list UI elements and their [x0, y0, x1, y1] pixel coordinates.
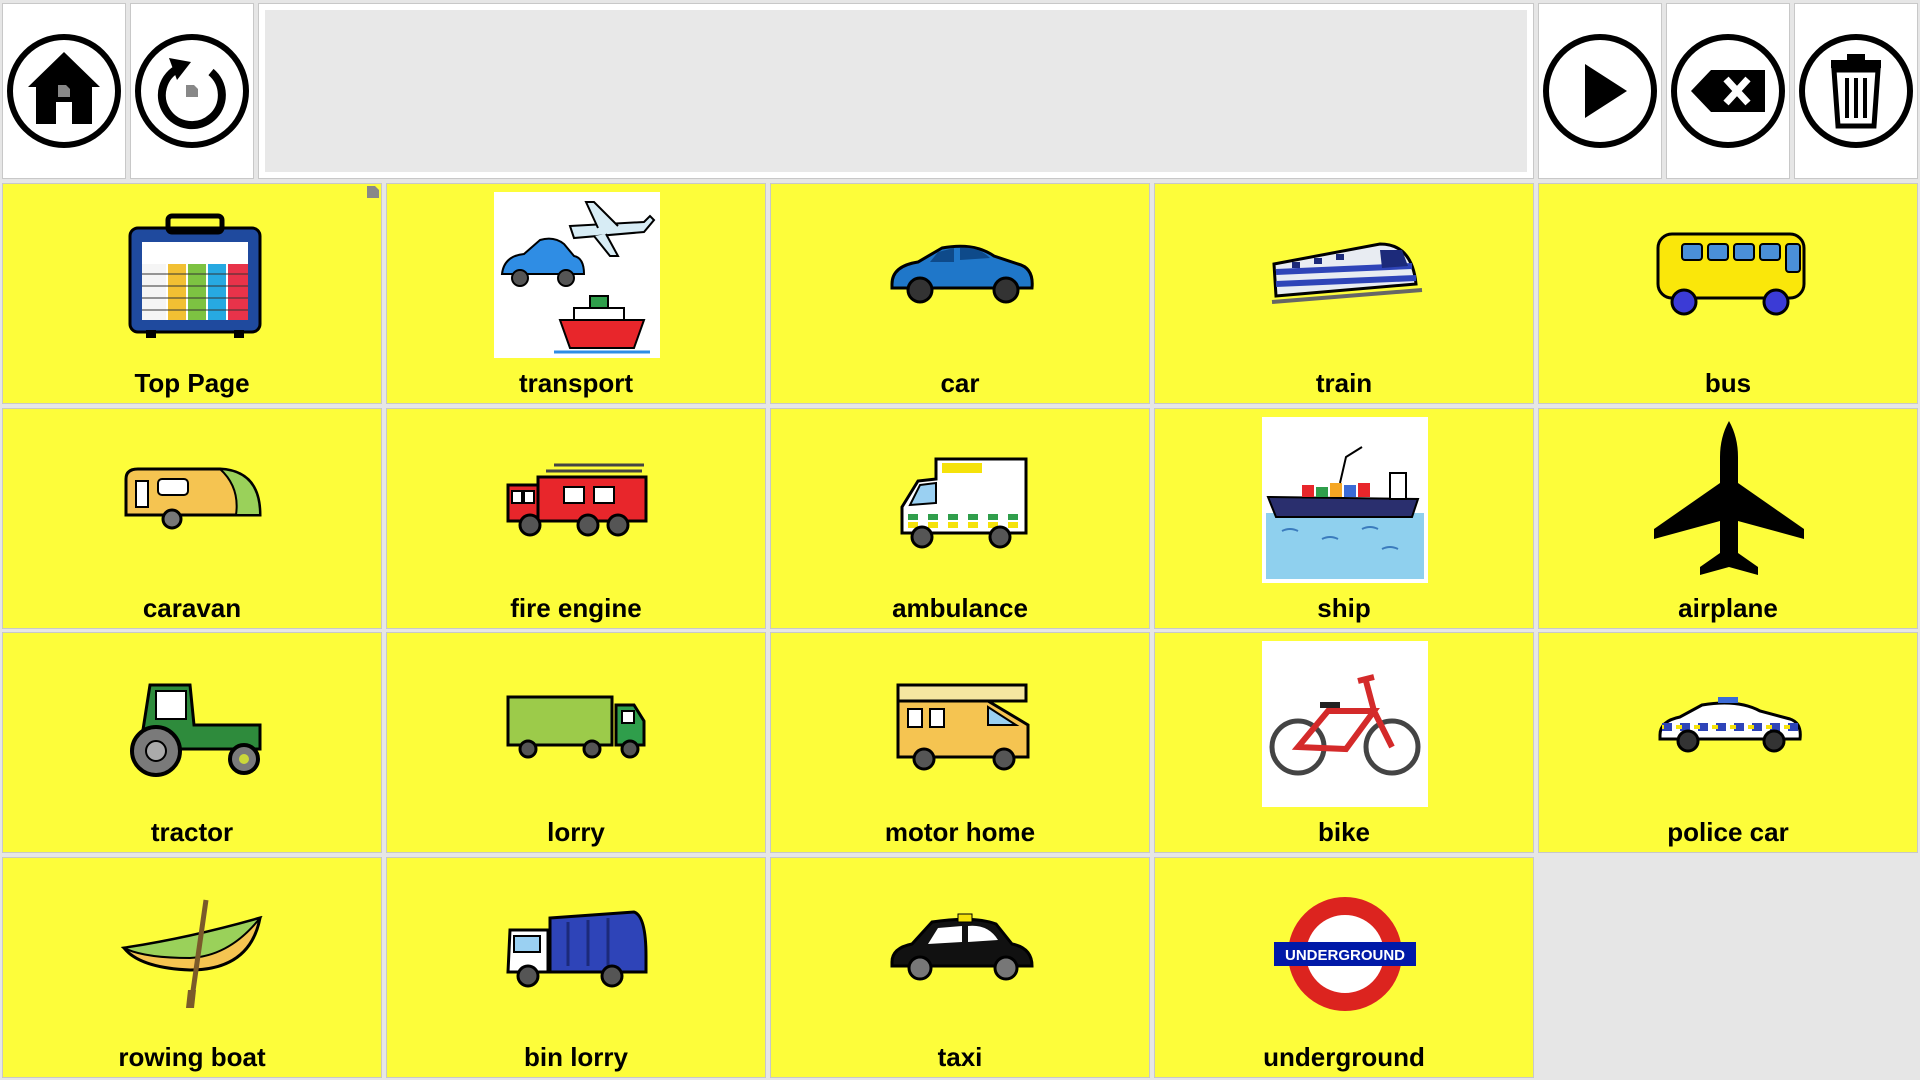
play-icon: [1543, 34, 1657, 148]
cell-label: rowing boat: [118, 1042, 266, 1072]
cell-label: bin lorry: [523, 1042, 628, 1072]
bin-lorry-icon: [494, 866, 660, 1032]
ship-icon: [1262, 417, 1428, 583]
tractor-icon: [110, 641, 276, 807]
cell-label: lorry: [547, 817, 605, 847]
airplane-icon: [1646, 417, 1812, 583]
train-icon: [1262, 192, 1428, 358]
home-button[interactable]: [2, 3, 126, 179]
caravan-icon: [110, 417, 276, 583]
board-icon: [110, 192, 276, 358]
lorry-icon: [494, 641, 660, 807]
cell-label: police car: [1667, 817, 1789, 847]
cell-label: caravan: [142, 593, 242, 623]
cell-label: motor home: [884, 817, 1036, 847]
speak-button[interactable]: [1538, 3, 1662, 179]
cell-police-car[interactable]: police car: [1538, 632, 1918, 853]
cell-top-page[interactable]: Top Page: [2, 183, 382, 404]
taxi-icon: [878, 866, 1044, 1032]
cell-airplane[interactable]: airplane: [1538, 408, 1918, 629]
bike-icon: [1262, 641, 1428, 807]
fire-engine-icon: [494, 417, 660, 583]
cell-caravan[interactable]: caravan: [2, 408, 382, 629]
message-bar[interactable]: [258, 3, 1534, 179]
cell-label: transport: [518, 368, 634, 398]
motor-home-icon: [878, 641, 1044, 807]
backspace-icon: [1671, 34, 1785, 148]
cell-label: fire engine: [510, 593, 642, 623]
cell-bus[interactable]: bus: [1538, 183, 1918, 404]
cell-label: ship: [1317, 593, 1371, 623]
cell-taxi[interactable]: taxi: [770, 857, 1150, 1078]
cell-label: taxi: [937, 1042, 983, 1072]
cell-ship[interactable]: ship: [1154, 408, 1534, 629]
cell-rowing-boat[interactable]: rowing boat: [2, 857, 382, 1078]
cell-bin-lorry[interactable]: bin lorry: [386, 857, 766, 1078]
undo-button[interactable]: [130, 3, 254, 179]
rowing-boat-icon: [110, 866, 276, 1032]
cell-label: Top Page: [134, 368, 250, 398]
cell-tractor[interactable]: tractor: [2, 632, 382, 853]
cell-label: airplane: [1678, 593, 1778, 623]
page-corner-icon: [367, 186, 379, 198]
page-corner-icon: [186, 85, 198, 97]
cell-ambulance[interactable]: ambulance: [770, 408, 1150, 629]
cell-label: underground: [1263, 1042, 1425, 1072]
page-corner-icon: [58, 85, 70, 97]
cell-car[interactable]: car: [770, 183, 1150, 404]
cell-train[interactable]: train: [1154, 183, 1534, 404]
cell-motor-home[interactable]: motor home: [770, 632, 1150, 853]
backspace-button[interactable]: [1666, 3, 1790, 179]
car-icon: [878, 192, 1044, 358]
bus-icon: [1646, 192, 1812, 358]
cell-bike[interactable]: bike: [1154, 632, 1534, 853]
cell-label: train: [1315, 368, 1373, 398]
cell-lorry[interactable]: lorry: [386, 632, 766, 853]
cell-transport[interactable]: transport: [386, 183, 766, 404]
cell-label: car: [940, 368, 980, 398]
cell-label: bike: [1317, 817, 1371, 847]
cell-underground[interactable]: UNDERGROUND underground: [1154, 857, 1534, 1078]
police-car-icon: [1646, 641, 1812, 807]
cell-label: ambulance: [892, 593, 1028, 623]
message-text: [265, 10, 1527, 172]
cell-label: tractor: [150, 817, 234, 847]
clear-button[interactable]: [1794, 3, 1918, 179]
underground-logo-text: UNDERGROUND: [1285, 947, 1405, 964]
cell-fire-engine[interactable]: fire engine: [386, 408, 766, 629]
ambulance-icon: [878, 417, 1044, 583]
trash-icon: [1799, 34, 1913, 148]
underground-icon: UNDERGROUND: [1262, 866, 1428, 1032]
cell-label: bus: [1704, 368, 1752, 398]
transport-icon: [494, 192, 660, 358]
